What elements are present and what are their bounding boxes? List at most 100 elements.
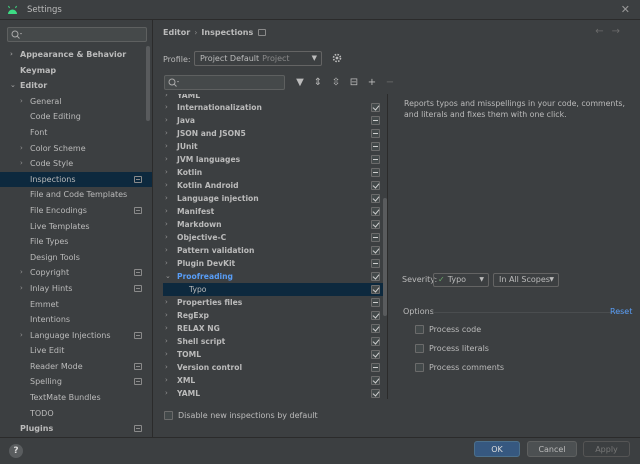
- inspection-checkbox[interactable]: [371, 298, 380, 307]
- profile-dropdown[interactable]: Project Default Project ▼: [194, 51, 322, 66]
- tree-row[interactable]: › TOML: [163, 348, 387, 361]
- inspection-checkbox[interactable]: [371, 168, 380, 177]
- sidebar-item[interactable]: TODO: [0, 406, 152, 422]
- chevron-right-icon[interactable]: ›: [165, 192, 168, 205]
- chevron-right-icon[interactable]: ›: [165, 94, 168, 99]
- checkbox-box[interactable]: [415, 363, 424, 372]
- cancel-button[interactable]: Cancel: [527, 441, 577, 457]
- chevron-right-icon[interactable]: ›: [20, 281, 23, 297]
- sidebar-item[interactable]: Emmet: [0, 297, 152, 313]
- sidebar-item[interactable]: › Copyright: [0, 265, 152, 281]
- chevron-right-icon[interactable]: ›: [20, 328, 23, 344]
- tree-row[interactable]: › Java: [163, 114, 387, 127]
- inspection-checkbox[interactable]: [371, 116, 380, 125]
- inspection-checkbox[interactable]: [371, 337, 380, 346]
- inspection-checkbox[interactable]: [371, 233, 380, 242]
- tree-row[interactable]: › YAML: [163, 94, 387, 101]
- sidebar-scrollbar[interactable]: [146, 46, 150, 121]
- chevron-right-icon[interactable]: ›: [20, 265, 23, 281]
- tree-row[interactable]: › Objective-C: [163, 231, 387, 244]
- sidebar-item[interactable]: Keymap: [0, 63, 152, 79]
- settings-search-input[interactable]: [7, 27, 147, 42]
- tree-row[interactable]: › Properties files: [163, 296, 387, 309]
- chevron-right-icon[interactable]: ›: [20, 94, 23, 110]
- chevron-right-icon[interactable]: ›: [165, 309, 168, 322]
- filter-icon[interactable]: ▼: [293, 76, 307, 90]
- chevron-right-icon[interactable]: ›: [165, 114, 168, 127]
- chevron-right-icon[interactable]: ›: [165, 348, 168, 361]
- sidebar-item[interactable]: › Inlay Hints: [0, 281, 152, 297]
- chevron-right-icon[interactable]: ›: [20, 141, 23, 157]
- inspection-checkbox[interactable]: [371, 129, 380, 138]
- inspection-checkbox[interactable]: [371, 389, 380, 398]
- tree-row[interactable]: › Kotlin Android: [163, 179, 387, 192]
- close-icon[interactable]: ✕: [621, 3, 630, 16]
- chevron-right-icon[interactable]: ›: [20, 156, 23, 172]
- tree-scrollbar[interactable]: [383, 198, 387, 316]
- remove-icon[interactable]: −: [383, 76, 397, 90]
- tree-row[interactable]: › Language injection: [163, 192, 387, 205]
- tree-row[interactable]: › Pattern validation: [163, 244, 387, 257]
- tree-row[interactable]: › Version control: [163, 361, 387, 374]
- sidebar-item[interactable]: TextMate Bundles: [0, 390, 152, 406]
- tree-row[interactable]: › JVM languages: [163, 153, 387, 166]
- tree-row[interactable]: › RELAX NG: [163, 322, 387, 335]
- sidebar-item[interactable]: Live Edit: [0, 343, 152, 359]
- inspection-checkbox[interactable]: [371, 350, 380, 359]
- tree-row[interactable]: › JSON and JSON5: [163, 127, 387, 140]
- tree-row[interactable]: › Internationalization: [163, 101, 387, 114]
- tree-row[interactable]: › Manifest: [163, 205, 387, 218]
- chevron-right-icon[interactable]: ›: [165, 335, 168, 348]
- inspection-checkbox[interactable]: [371, 220, 380, 229]
- inspection-checkbox[interactable]: [371, 285, 380, 294]
- chevron-right-icon[interactable]: ›: [165, 127, 168, 140]
- tree-row[interactable]: › Plugin DevKit: [163, 257, 387, 270]
- sidebar-item[interactable]: File Encodings: [0, 203, 152, 219]
- inspection-checkbox[interactable]: [371, 207, 380, 216]
- chevron-right-icon[interactable]: ›: [165, 257, 168, 270]
- chevron-right-icon[interactable]: ›: [165, 361, 168, 374]
- chevron-right-icon[interactable]: ›: [165, 322, 168, 335]
- scope-dropdown[interactable]: In All Scopes ▼: [493, 273, 559, 287]
- tree-row[interactable]: › Shell script: [163, 335, 387, 348]
- chevron-right-icon[interactable]: ›: [165, 205, 168, 218]
- chevron-right-icon[interactable]: ›: [165, 166, 168, 179]
- chevron-right-icon[interactable]: ›: [10, 47, 13, 63]
- sidebar-item[interactable]: › Code Style: [0, 156, 152, 172]
- chevron-down-icon[interactable]: ⌄: [165, 270, 171, 283]
- sidebar-item[interactable]: Code Editing: [0, 109, 152, 125]
- chevron-right-icon[interactable]: ›: [165, 296, 168, 309]
- checkbox-box[interactable]: [415, 344, 424, 353]
- inspection-checkbox[interactable]: [371, 181, 380, 190]
- gear-icon[interactable]: [331, 52, 343, 64]
- chevron-down-icon[interactable]: ⌄: [10, 78, 16, 94]
- expand-all-icon[interactable]: ⇕: [311, 76, 325, 90]
- help-button[interactable]: ?: [9, 444, 23, 458]
- tree-row[interactable]: › Markdown: [163, 218, 387, 231]
- collapse-all-icon[interactable]: ⇳: [329, 76, 343, 90]
- chevron-right-icon[interactable]: ›: [165, 140, 168, 153]
- tree-row[interactable]: › JUnit: [163, 140, 387, 153]
- sidebar-item[interactable]: Font: [0, 125, 152, 141]
- chevron-right-icon[interactable]: ›: [165, 153, 168, 166]
- reset-link[interactable]: Reset: [610, 307, 632, 316]
- chevron-right-icon[interactable]: ›: [165, 218, 168, 231]
- inspection-checkbox[interactable]: [371, 142, 380, 151]
- group-icon[interactable]: ⊟: [347, 76, 361, 90]
- tree-row[interactable]: › YAML: [163, 387, 387, 399]
- inspection-checkbox[interactable]: [371, 272, 380, 281]
- inspection-checkbox[interactable]: [371, 246, 380, 255]
- chevron-right-icon[interactable]: ›: [165, 387, 168, 399]
- inspection-checkbox[interactable]: [371, 311, 380, 320]
- chevron-right-icon[interactable]: ›: [165, 244, 168, 257]
- sidebar-item[interactable]: › Color Scheme: [0, 141, 152, 157]
- forward-arrow-icon[interactable]: →: [612, 26, 628, 37]
- sidebar-item[interactable]: › Appearance & Behavior: [0, 47, 152, 63]
- inspection-checkbox[interactable]: [371, 155, 380, 164]
- apply-button[interactable]: Apply: [583, 441, 630, 457]
- inspection-filter-input[interactable]: [164, 75, 285, 90]
- add-icon[interactable]: +: [365, 76, 379, 90]
- sidebar-item[interactable]: Intentions: [0, 312, 152, 328]
- sidebar-item[interactable]: Plugins: [0, 421, 152, 437]
- tree-row[interactable]: › XML: [163, 374, 387, 387]
